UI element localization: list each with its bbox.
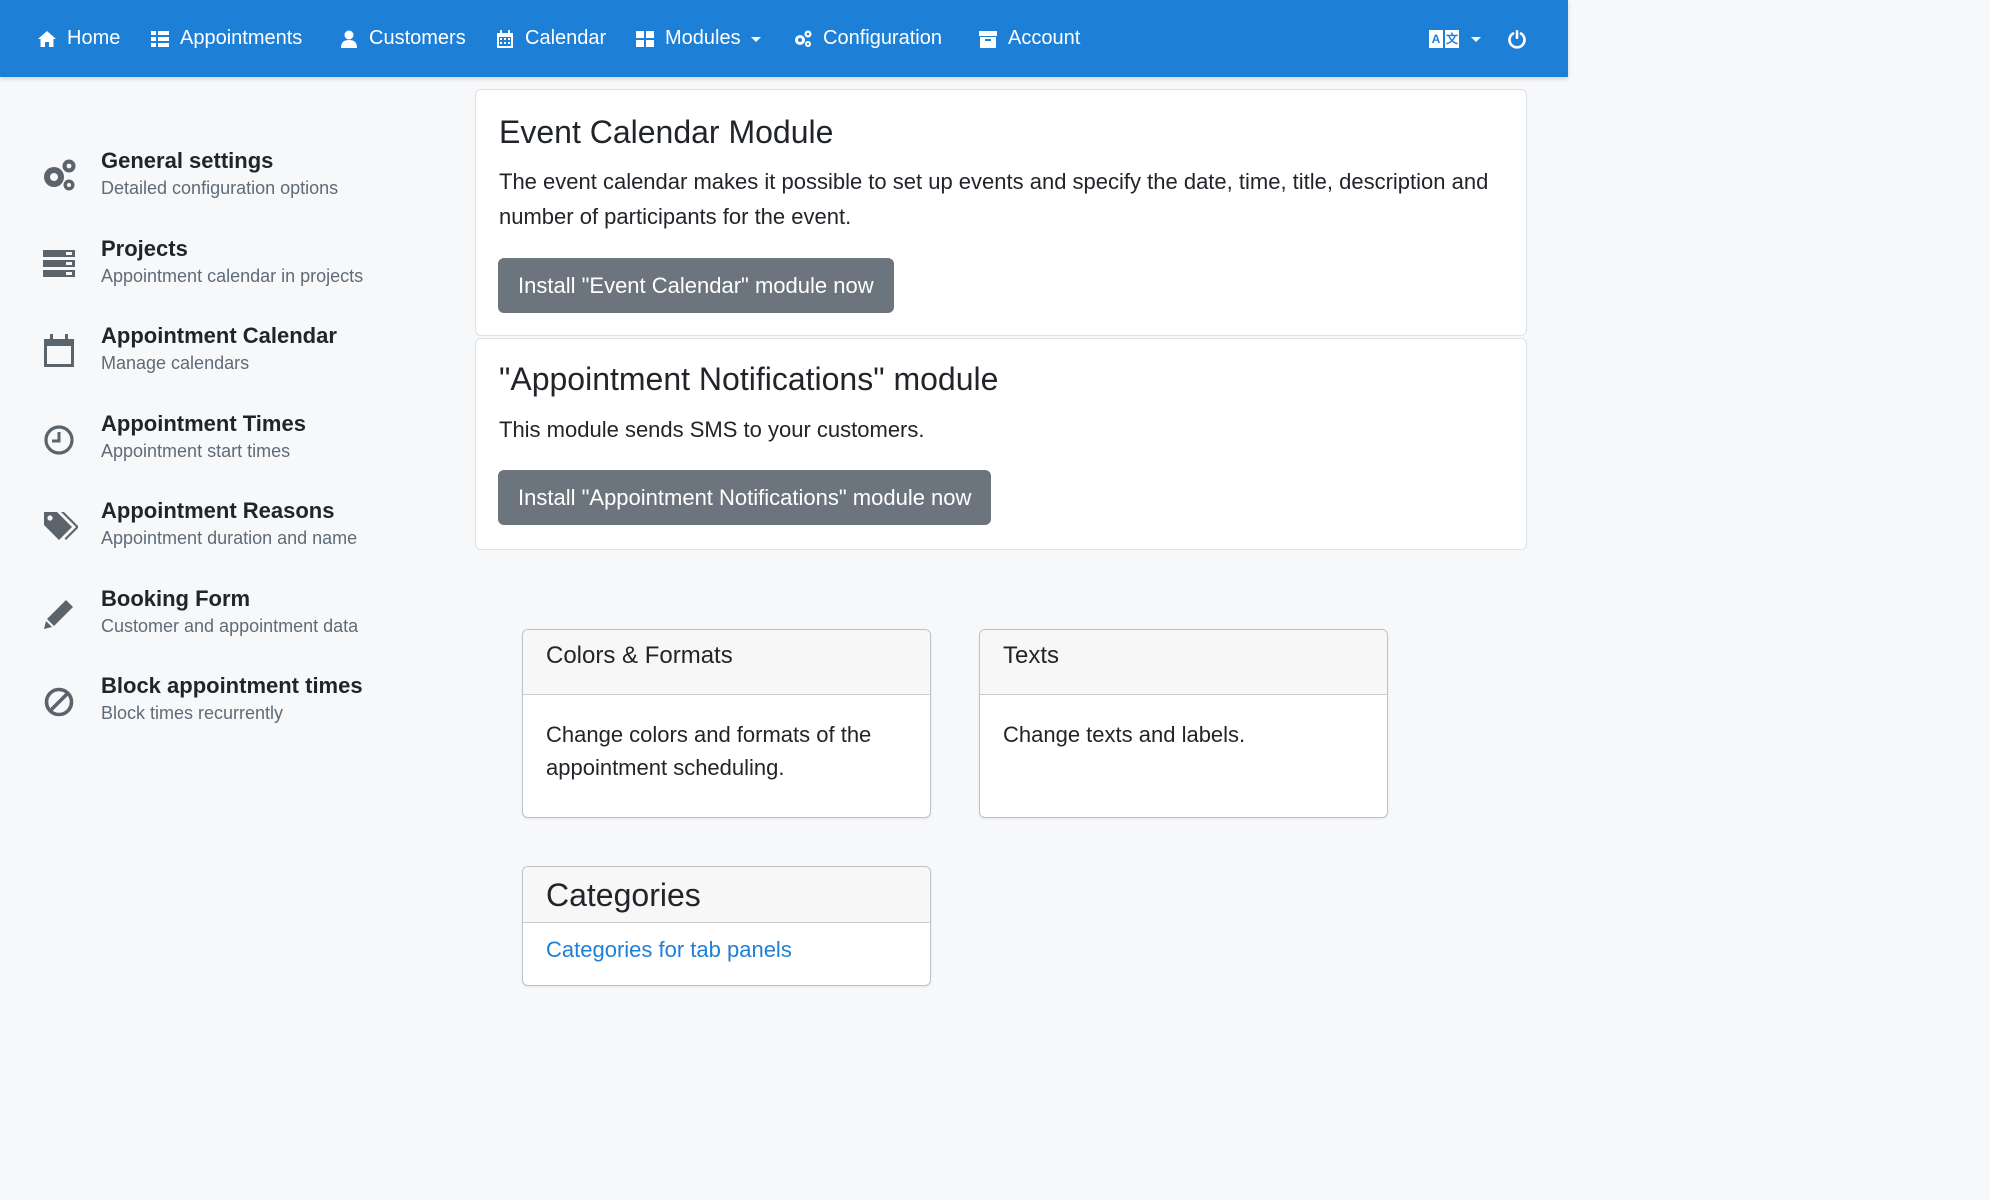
sidebar-item-subtitle: Customer and appointment data	[101, 616, 359, 636]
nav-customers-label: Customers	[369, 27, 466, 49]
sidebar-item-appointment-times[interactable]: Appointment Times Appointment start time…	[40, 411, 440, 481]
nav-calendar-label: Calendar	[525, 27, 607, 49]
event-calendar-description: The event calendar makes it possible to …	[499, 169, 1489, 229]
sidebar-item-title: General settings	[101, 148, 274, 173]
calendar-icon	[497, 29, 513, 48]
logout-button[interactable]	[1507, 0, 1527, 77]
sidebar-item-subtitle: Block times recurrently	[101, 703, 284, 723]
nav-home[interactable]: Home	[37, 0, 120, 77]
cogs-icon	[40, 156, 78, 194]
nav-modules-label: Modules	[665, 27, 741, 49]
user-icon	[341, 30, 357, 48]
nav-calendar[interactable]: Calendar	[495, 0, 606, 77]
nav-account[interactable]: Account	[978, 0, 1080, 77]
texts-card[interactable]: Texts Change texts and labels.	[979, 629, 1388, 818]
chevron-down-icon	[750, 37, 761, 42]
sidebar-item-appointment-calendar[interactable]: Appointment Calendar Manage calendars	[40, 323, 440, 393]
event-calendar-title: Event Calendar Module	[499, 114, 834, 150]
colors-formats-card[interactable]: Colors & Formats Change colors and forma…	[522, 629, 931, 818]
archive-icon	[979, 30, 997, 48]
language-icon-b: 文	[1445, 29, 1459, 48]
categories-link[interactable]: Categories for tab panels	[546, 937, 792, 963]
colors-formats-description: Change colors and formats of the appoint…	[546, 722, 872, 780]
nav-configuration[interactable]: Configuration	[793, 0, 942, 77]
install-event-calendar-button[interactable]: Install "Event Calendar" module now	[498, 258, 894, 313]
card-header: Categories	[523, 867, 930, 923]
sidebar-item-title: Appointment Calendar	[101, 323, 337, 348]
chevron-down-icon	[1471, 37, 1481, 42]
sidebar-item-block-appointment-times[interactable]: Block appointment times Block times recu…	[40, 673, 440, 743]
ban-icon	[40, 681, 78, 719]
sidebar-item-subtitle: Appointment start times	[101, 441, 291, 461]
card-header: Colors & Formats	[523, 630, 930, 695]
sidebar-item-subtitle: Detailed configuration options	[101, 178, 339, 198]
sidebar-item-subtitle: Manage calendars	[101, 353, 250, 373]
clock-icon	[40, 419, 78, 457]
pencil-icon	[40, 594, 78, 632]
language-icon-a: A	[1429, 29, 1443, 48]
nav-home-label: Home	[67, 27, 121, 49]
sidebar-item-title: Appointment Reasons	[101, 498, 335, 523]
categories-card: Categories Categories for tab panels	[522, 866, 931, 986]
calendar-icon	[40, 331, 78, 369]
language-icon: A 文	[1429, 29, 1461, 48]
sidebar-item-booking-form[interactable]: Booking Form Customer and appointment da…	[40, 586, 440, 656]
sidebar-item-subtitle: Appointment duration and name	[101, 528, 358, 548]
sidebar-item-appointment-reasons[interactable]: Appointment Reasons Appointment duration…	[40, 498, 440, 568]
cogs-icon	[795, 30, 812, 47]
nav-configuration-label: Configuration	[823, 27, 942, 49]
colors-formats-title: Colors & Formats	[546, 642, 733, 669]
language-dropdown[interactable]: A 文	[1429, 0, 1481, 77]
grid-icon	[636, 30, 654, 47]
sidebar-item-general-settings[interactable]: General settings Detailed configuration …	[40, 148, 440, 218]
nav-account-label: Account	[1008, 27, 1081, 49]
appointment-notifications-description: This module sends SMS to your customers.	[499, 417, 925, 442]
install-appointment-notifications-button[interactable]: Install "Appointment Notifications" modu…	[498, 470, 992, 525]
texts-description: Change texts and labels.	[1003, 722, 1246, 747]
tags-icon	[40, 506, 78, 544]
categories-title: Categories	[546, 877, 701, 913]
appointment-notifications-title: "Appointment Notifications" module	[499, 361, 999, 397]
texts-title: Texts	[1003, 642, 1060, 669]
card-header: Texts	[980, 630, 1387, 695]
sidebar-item-title: Booking Form	[101, 586, 251, 611]
sidebar-item-projects[interactable]: Projects Appointment calendar in project…	[40, 236, 440, 306]
power-icon	[1508, 29, 1526, 49]
nav-appointments[interactable]: Appointments	[150, 0, 302, 77]
nav-customers[interactable]: Customers	[339, 0, 466, 77]
nav-appointments-label: Appointments	[180, 27, 303, 49]
appointment-notifications-module-card: "Appointment Notifications" module This …	[475, 338, 1527, 550]
event-calendar-module-card: Event Calendar Module The event calendar…	[475, 89, 1527, 336]
sidebar-item-title: Projects	[101, 236, 188, 261]
server-icon	[40, 244, 78, 282]
sidebar-item-title: Block appointment times	[101, 673, 363, 698]
list-icon	[151, 30, 169, 47]
sidebar-item-title: Appointment Times	[101, 411, 306, 436]
top-navbar: Home Appointments Customers Calendar Mod…	[0, 0, 1568, 77]
nav-modules-dropdown[interactable]: Modules	[635, 0, 761, 77]
home-icon	[38, 30, 56, 47]
sidebar-item-subtitle: Appointment calendar in projects	[101, 266, 364, 286]
